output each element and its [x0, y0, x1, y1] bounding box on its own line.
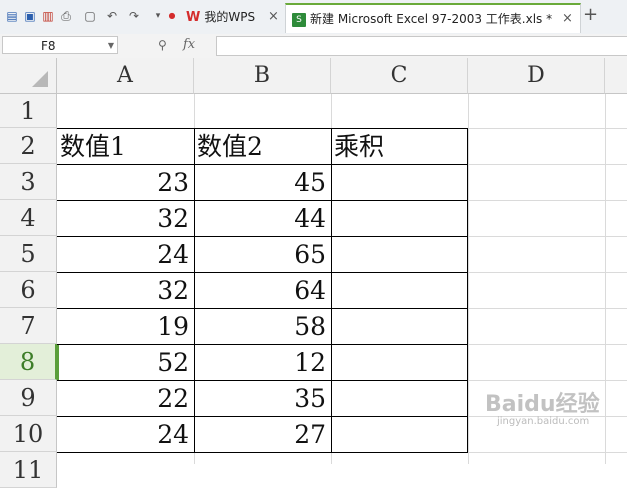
cell-c5[interactable] [331, 237, 468, 273]
tab-my-wps[interactable]: W 我的WPS × [186, 3, 284, 31]
name-box-value: F8 [41, 39, 56, 53]
title-toolbar: ▤ ▣ ▥ ⎙ ▢ ↶ ↷ ▾ ● W 我的WPS × S 新建 Microsoft… [0, 0, 627, 35]
cell-b7[interactable]: 58 [194, 309, 331, 345]
row-header-5[interactable]: 5 [0, 236, 57, 272]
grid-line [468, 94, 469, 464]
select-all-button[interactable] [0, 58, 57, 94]
app-menu-icon[interactable]: ▤ [4, 8, 20, 24]
print-preview-icon[interactable]: ▢ [82, 8, 98, 24]
cell-c2[interactable]: 乘积 [331, 129, 468, 165]
formula-input[interactable] [216, 36, 627, 56]
new-tab-button[interactable]: + [583, 4, 598, 25]
cell-b3[interactable]: 45 [194, 165, 331, 201]
column-header-c[interactable]: C [331, 58, 468, 94]
name-box[interactable]: F8 ▼ [2, 36, 118, 54]
formula-bar: F8 ▼ ⚲ fx [0, 34, 627, 59]
zoom-icon[interactable]: ⚲ [158, 38, 167, 52]
excel-file-icon: S [292, 12, 306, 27]
cell-a7[interactable]: 19 [57, 309, 194, 345]
export-pdf-icon[interactable]: ▥ [40, 8, 56, 24]
cell-a4[interactable]: 32 [57, 201, 194, 237]
cell-a9[interactable]: 22 [57, 381, 194, 417]
cell-c6[interactable] [331, 273, 468, 309]
cell-a3[interactable]: 23 [57, 165, 194, 201]
notification-dot-icon: ● [168, 11, 176, 20]
cell-a10[interactable]: 24 [57, 417, 194, 453]
tab-excel-file[interactable]: S 新建 Microsoft Excel 97-2003 工作表.xls * × [285, 3, 581, 33]
cell-b2[interactable]: 数值2 [194, 129, 331, 165]
column-header-a[interactable]: A [57, 58, 194, 94]
cell-a6[interactable]: 32 [57, 273, 194, 309]
baidu-watermark: Baidu经验 [485, 392, 600, 417]
cell-a8[interactable]: 52 [57, 345, 194, 381]
cell-a2[interactable]: 数值1 [57, 129, 194, 165]
row-header-10[interactable]: 10 [0, 416, 57, 452]
row-header-9[interactable]: 9 [0, 380, 57, 416]
row-header-3[interactable]: 3 [0, 164, 57, 200]
column-header-b[interactable]: B [194, 58, 331, 94]
cell-a5[interactable]: 24 [57, 237, 194, 273]
close-icon[interactable]: × [268, 3, 279, 31]
cell-c7[interactable] [331, 309, 468, 345]
cell-c10[interactable] [331, 417, 468, 453]
cell-c8[interactable] [331, 345, 468, 381]
cell-c9[interactable] [331, 381, 468, 417]
tab-my-wps-label: 我的WPS [204, 10, 256, 24]
chevron-down-icon[interactable]: ▼ [108, 37, 114, 55]
close-icon[interactable]: × [562, 5, 573, 33]
row-header-11[interactable]: 11 [0, 452, 57, 488]
column-header-d[interactable]: D [468, 58, 605, 94]
column-header-e[interactable] [605, 58, 627, 94]
wps-logo-icon: W [186, 10, 201, 25]
function-button[interactable]: fx [183, 37, 195, 52]
cell-c4[interactable] [331, 201, 468, 237]
cell-b4[interactable]: 44 [194, 201, 331, 237]
cell-b8[interactable]: 12 [194, 345, 331, 381]
print-icon[interactable]: ⎙ [58, 8, 74, 24]
row-header-8[interactable]: 8 [0, 344, 57, 380]
cell-b10[interactable]: 27 [194, 417, 331, 453]
row-header-1[interactable]: 1 [0, 94, 57, 128]
save-icon[interactable]: ▣ [22, 8, 38, 24]
undo-icon[interactable]: ↶ [104, 8, 120, 24]
redo-icon[interactable]: ↷ [126, 8, 142, 24]
cell-c3[interactable] [331, 165, 468, 201]
baidu-watermark-url: jingyan.baidu.com [497, 416, 590, 427]
row-header-2[interactable]: 2 [0, 128, 57, 164]
select-all-icon [32, 71, 48, 87]
cell-b5[interactable]: 65 [194, 237, 331, 273]
row-header-6[interactable]: 6 [0, 272, 57, 308]
cell-b6[interactable]: 64 [194, 273, 331, 309]
row-header-4[interactable]: 4 [0, 200, 57, 236]
row-header-7[interactable]: 7 [0, 308, 57, 344]
cell-b9[interactable]: 35 [194, 381, 331, 417]
grid-line [605, 94, 606, 464]
tab-excel-file-label: 新建 Microsoft Excel 97-2003 工作表.xls * [310, 12, 553, 26]
